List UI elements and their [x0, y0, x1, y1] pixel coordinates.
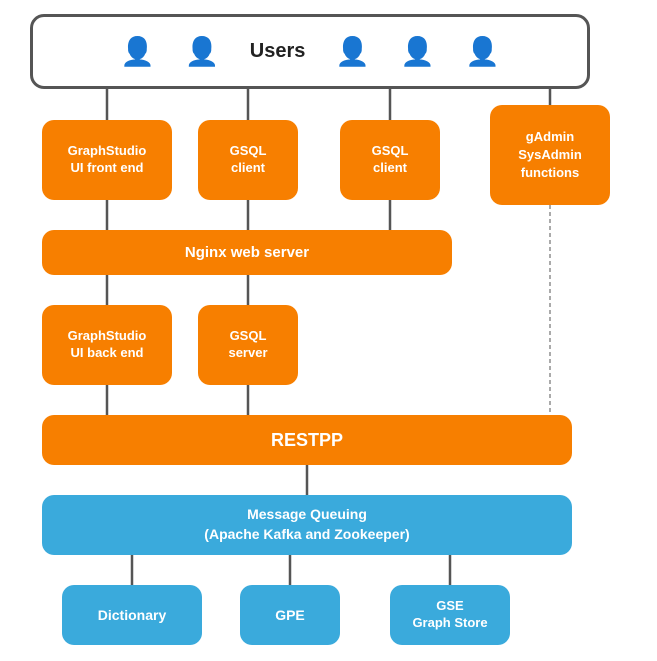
- message-queuing-label: Message Queuing (Apache Kafka and Zookee…: [204, 505, 409, 544]
- graphstudio-backend-box: GraphStudioUI back end: [42, 305, 172, 385]
- user-icon-1: 👤: [120, 35, 155, 68]
- gse-label: GSE Graph Store: [412, 598, 487, 632]
- gadmin-label: gAdmin SysAdmin functions: [518, 128, 582, 183]
- graphstudio-frontend-label: GraphStudioUI front end: [68, 143, 147, 177]
- message-queuing-box: Message Queuing (Apache Kafka and Zookee…: [42, 495, 572, 555]
- gse-box: GSE Graph Store: [390, 585, 510, 645]
- gsql-server-box: GSQLserver: [198, 305, 298, 385]
- users-container: 👤 👤 Users 👤 👤 👤: [30, 14, 590, 89]
- graphstudio-frontend-box: GraphStudioUI front end: [42, 120, 172, 200]
- gsql-client2-box: GSQLclient: [340, 120, 440, 200]
- gadmin-box: gAdmin SysAdmin functions: [490, 105, 610, 205]
- user-icon-5: 👤: [465, 35, 500, 68]
- graphstudio-backend-label: GraphStudioUI back end: [68, 328, 147, 362]
- gsql-client1-box: GSQLclient: [198, 120, 298, 200]
- gpe-box: GPE: [240, 585, 340, 645]
- gsql-server-label: GSQLserver: [228, 328, 267, 362]
- user-icon-3: 👤: [335, 35, 370, 68]
- restpp-label: RESTPP: [271, 430, 343, 451]
- restpp-box: RESTPP: [42, 415, 572, 465]
- nginx-box: Nginx web server: [42, 230, 452, 275]
- gsql-client2-label: GSQLclient: [372, 143, 409, 177]
- dictionary-box: Dictionary: [62, 585, 202, 645]
- architecture-diagram: 👤 👤 Users 👤 👤 👤 GraphStudioUI front end …: [0, 0, 657, 661]
- user-icon-2: 👤: [185, 35, 220, 68]
- user-icon-4: 👤: [400, 35, 435, 68]
- gpe-label: GPE: [275, 607, 305, 623]
- nginx-label: Nginx web server: [185, 244, 309, 261]
- gsql-client1-label: GSQLclient: [230, 143, 267, 177]
- users-label: Users: [250, 40, 306, 63]
- dictionary-label: Dictionary: [98, 607, 166, 623]
